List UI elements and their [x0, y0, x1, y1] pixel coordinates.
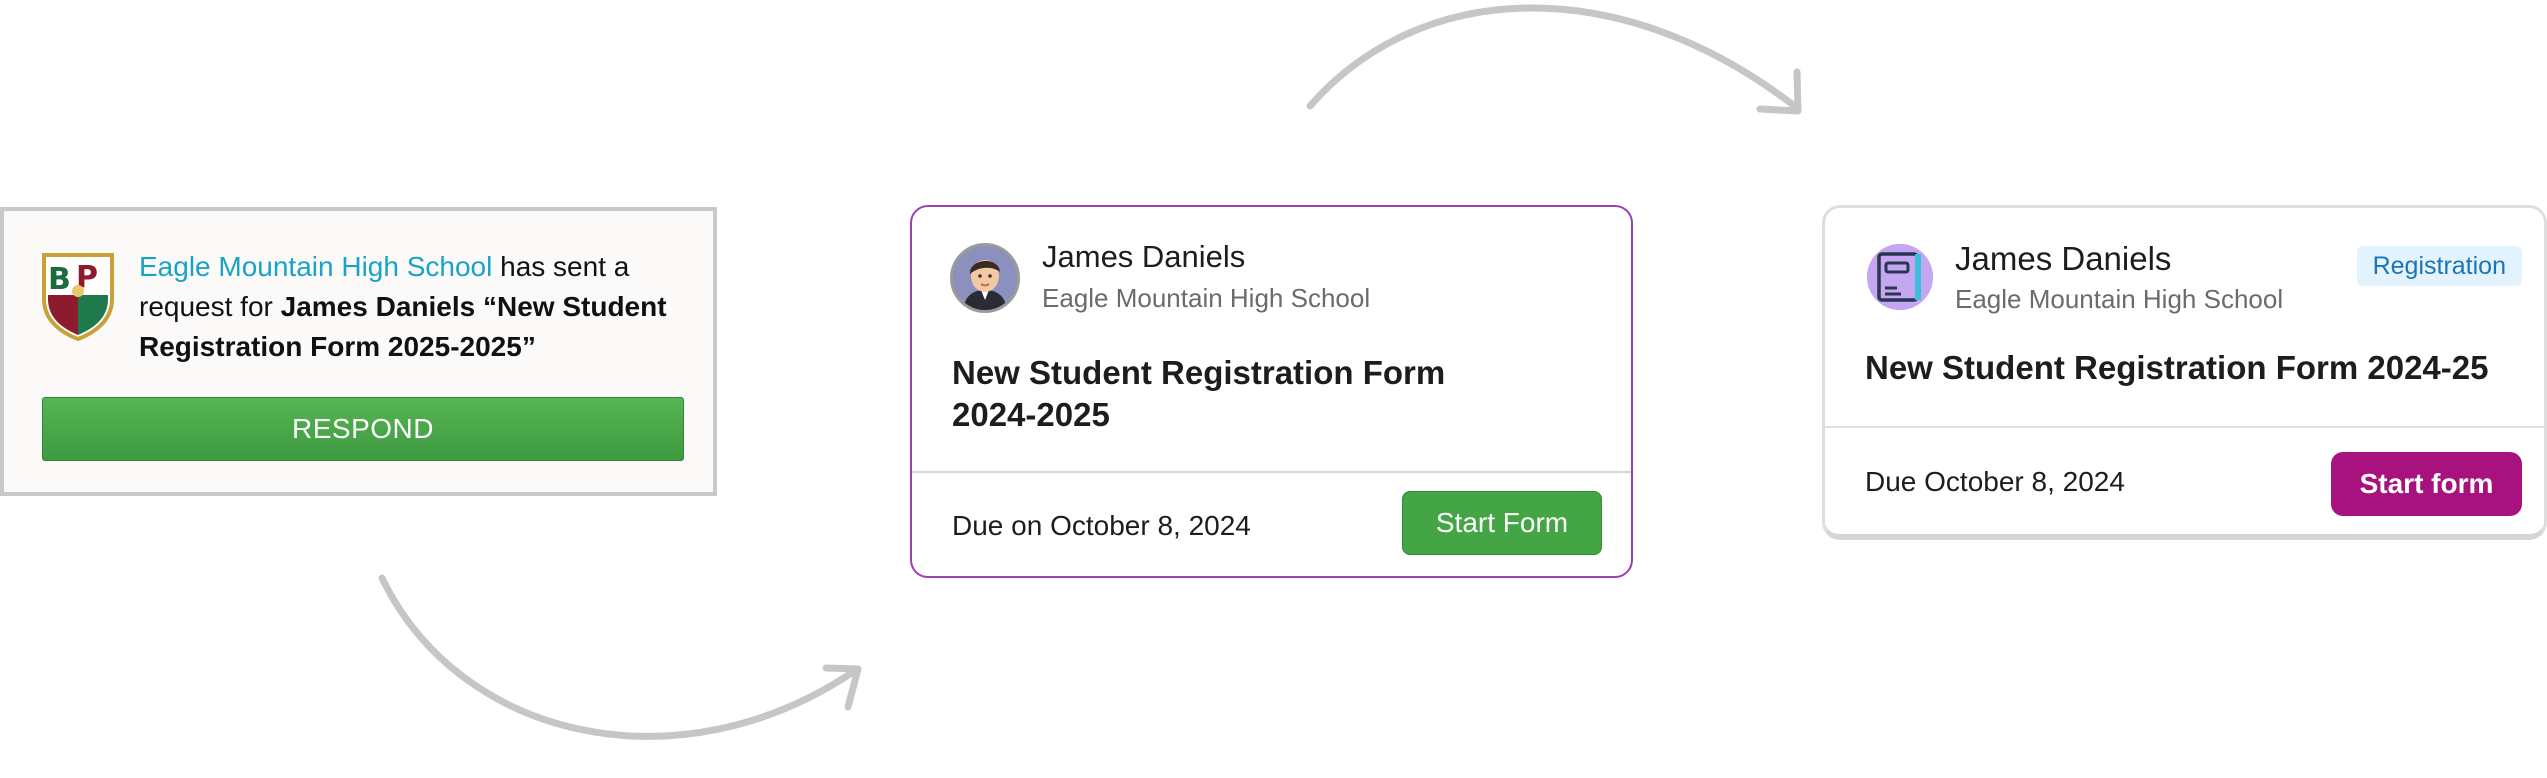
school-name: Eagle Mountain High School — [1955, 284, 2284, 314]
due-date: Due on October 8, 2024 — [952, 510, 1251, 541]
request-message: Eagle Mountain High School has sent a re… — [139, 247, 689, 367]
svg-text:B: B — [48, 262, 71, 297]
student-name: James Daniels — [1955, 240, 2172, 277]
start-form-button[interactable]: Start form — [2331, 452, 2522, 516]
form-title: New Student Registration Form 2024-2025 — [952, 354, 1446, 433]
document-icon — [1867, 244, 1933, 310]
student-avatar — [950, 243, 1020, 313]
arrow-lower — [378, 574, 860, 740]
school-link[interactable]: Eagle Mountain High School — [139, 251, 492, 282]
email-request-card: B P Eagle Mountain High School has sent … — [0, 207, 717, 496]
form-icon — [1867, 244, 1933, 310]
form-title: New Student Registration Form 2024-25 — [1865, 349, 2489, 386]
school-name: Eagle Mountain High School — [1042, 283, 1371, 313]
form-card-v3: James Daniels Eagle Mountain High School… — [1822, 205, 2547, 540]
student-name: James Daniels — [1042, 239, 1246, 274]
form-card-v2: James Daniels Eagle Mountain High School… — [910, 205, 1633, 578]
school-crest-icon: B P — [42, 253, 114, 341]
arrow-upper — [1306, 4, 1801, 112]
start-form-button[interactable]: Start Form — [1402, 491, 1602, 555]
divider — [1825, 426, 2544, 428]
respond-button[interactable]: RESPOND — [42, 397, 684, 461]
due-date: Due October 8, 2024 — [1865, 466, 2125, 497]
category-badge: Registration — [2356, 246, 2522, 286]
student-avatar-icon — [953, 246, 1017, 310]
divider — [912, 471, 1631, 473]
